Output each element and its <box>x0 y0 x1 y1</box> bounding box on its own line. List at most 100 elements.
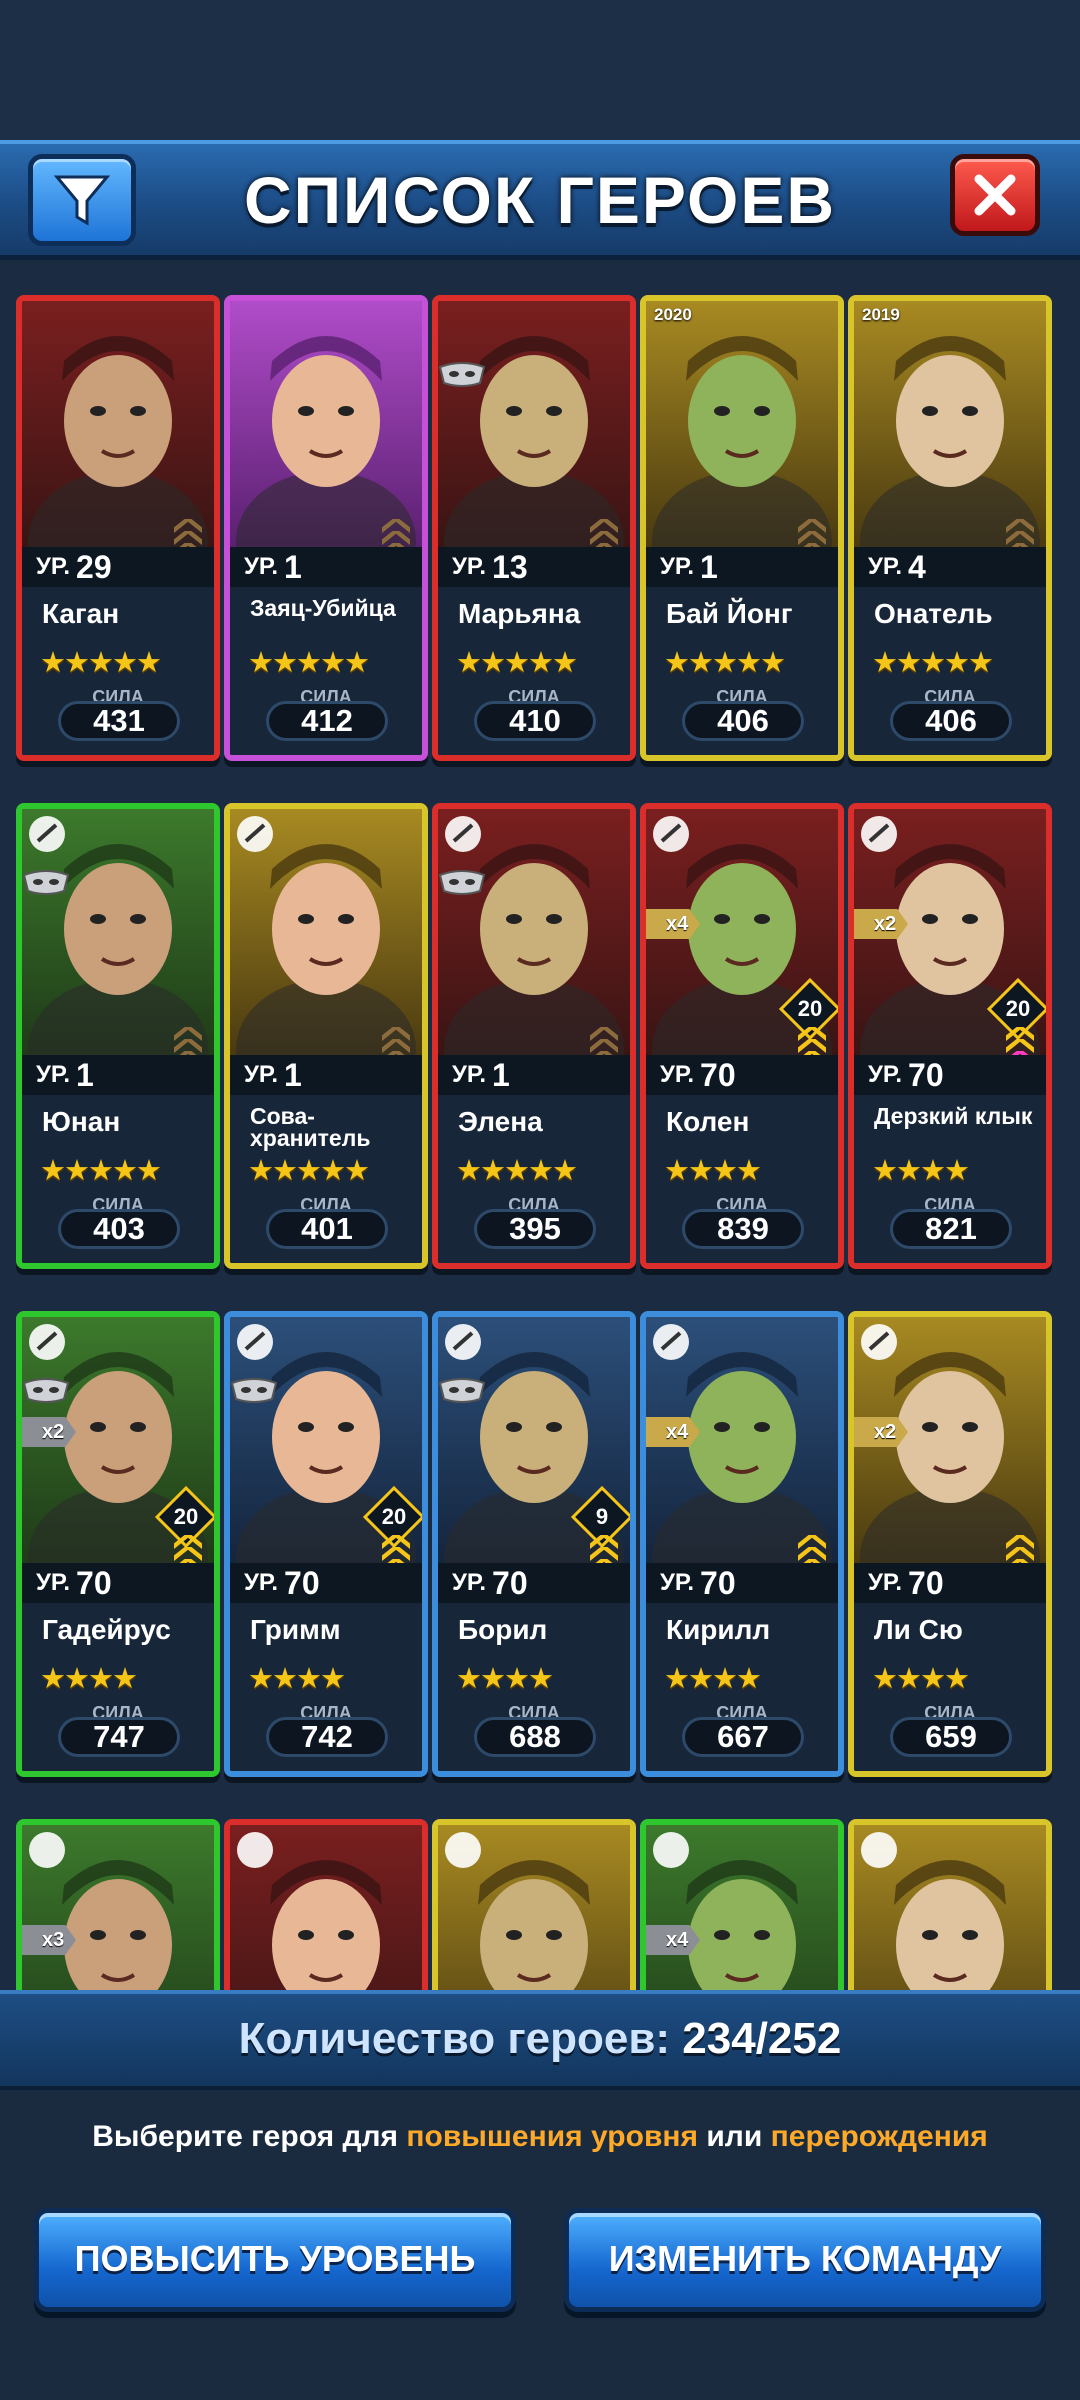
hero-card[interactable]: x2 20 УР. 70 Дерзкий клык ★★★★ СИЛА 821 <box>848 803 1052 1269</box>
hero-level: 1 <box>284 1056 302 1093</box>
mask-icon <box>22 1378 70 1403</box>
hero-card[interactable]: x4 20 УР. 70 Колен ★★★★ СИЛА 839 <box>640 803 844 1269</box>
hero-stars: ★★★★★ <box>872 647 994 679</box>
multiplier-badge: x4 <box>646 909 700 939</box>
hero-info: Бай Йонг ★★★★★ СИЛА 406 <box>646 587 838 755</box>
hero-card[interactable]: 2019 УР. 4 Онатель ★★★★★ СИЛА 406 <box>848 295 1052 761</box>
hero-card[interactable]: x2 20 УР. 70 Гадейрус ★★★★ СИЛА 747 <box>16 1311 220 1777</box>
hero-card[interactable]: x4 УР. 70 Кирилл ★★★★ СИЛА 667 <box>640 1311 844 1777</box>
hero-power: 667 <box>682 1717 804 1757</box>
class-icon <box>29 816 65 852</box>
hero-power: 410 <box>474 701 596 741</box>
hero-name: Бай Йонг <box>666 598 793 629</box>
hint-mid: или <box>698 2120 771 2153</box>
hero-name: Заяц-Убийца <box>250 595 396 621</box>
level-bar: УР. 70 <box>646 1563 838 1603</box>
hero-level: 1 <box>76 1056 94 1093</box>
hero-portrait <box>646 301 838 547</box>
hero-power: 742 <box>266 1717 388 1757</box>
multiplier-badge: x3 <box>22 1925 76 1955</box>
hero-stars: ★★★★ <box>456 1663 554 1695</box>
level-prefix: УР. <box>36 1569 71 1596</box>
level-bar: УР. 70 <box>22 1563 214 1603</box>
hero-power: 403 <box>58 1209 180 1249</box>
hero-level: 70 <box>908 1056 944 1093</box>
hero-info: Каган ★★★★★ СИЛА 431 <box>22 587 214 755</box>
class-icon <box>653 1324 689 1360</box>
change-team-button[interactable]: ИЗМЕНИТЬ КОМАНДУ <box>564 2208 1046 2312</box>
hero-stars: ★★★★★ <box>40 1155 162 1187</box>
hero-power: 659 <box>890 1717 1012 1757</box>
hero-card[interactable]: x2 УР. 70 Ли Сю ★★★★ СИЛА 659 <box>848 1311 1052 1777</box>
hero-power: 821 <box>890 1209 1012 1249</box>
hero-card[interactable]: УР. 1 Заяц-Убийца ★★★★★ СИЛА 412 <box>224 295 428 761</box>
class-icon <box>861 816 897 852</box>
mask-icon <box>438 362 486 387</box>
rank-value: 20 <box>1005 996 1031 1021</box>
level-prefix: УР. <box>244 1061 279 1088</box>
hero-stars: ★★★★ <box>872 1155 970 1187</box>
rank-value: 20 <box>797 996 823 1021</box>
level-prefix: УР. <box>36 1061 71 1088</box>
hero-card[interactable]: УР. 29 Каган ★★★★★ СИЛА 431 <box>16 295 220 761</box>
rank-value: 9 <box>595 1504 609 1529</box>
hero-count-label: Количество героев: <box>238 2014 671 2063</box>
hero-portrait <box>230 301 422 547</box>
hero-name: Элена <box>458 1106 543 1137</box>
hero-stars: ★★★★ <box>872 1663 970 1695</box>
class-icon <box>237 1324 273 1360</box>
hero-card[interactable]: УР. 13 Марьяна ★★★★★ СИЛА 410 <box>432 295 636 761</box>
hero-portrait <box>438 301 630 547</box>
level-bar: УР. 1 <box>438 1055 630 1095</box>
hero-card[interactable]: УР. 1 Юнан ★★★★★ СИЛА 403 <box>16 803 220 1269</box>
hero-level: 70 <box>908 1564 944 1601</box>
level-prefix: УР. <box>868 1061 903 1088</box>
hero-stars: ★★★★★ <box>456 1155 578 1187</box>
hero-count-bar: Количество героев: 234/252 <box>0 1990 1080 2090</box>
class-icon <box>445 816 481 852</box>
hero-name: Юнан <box>42 1106 121 1137</box>
class-icon <box>445 1832 481 1868</box>
hero-card[interactable]: 20 УР. 70 Гримм ★★★★ СИЛА 742 <box>224 1311 428 1777</box>
hint-prefix: Выберите героя для <box>92 2120 407 2153</box>
hero-name: Колен <box>666 1106 750 1137</box>
hero-name: Сова-хранитель <box>250 1103 371 1151</box>
hero-info: Ли Сю ★★★★ СИЛА 659 <box>854 1603 1046 1771</box>
hero-portrait <box>22 301 214 547</box>
hero-stars: ★★★★ <box>248 1663 346 1695</box>
hero-level: 13 <box>492 548 528 585</box>
level-prefix: УР. <box>868 1569 903 1596</box>
multiplier-badge: x2 <box>854 909 908 939</box>
hero-card-partial[interactable] <box>848 1819 1052 1990</box>
hero-card-partial[interactable] <box>224 1819 428 1990</box>
hero-info: Гадейрус ★★★★ СИЛА 747 <box>22 1603 214 1771</box>
page-title: СПИСОК ГЕРОЕВ <box>243 163 837 237</box>
hero-info: Дерзкий клык ★★★★ СИЛА 821 <box>854 1095 1046 1263</box>
level-up-button[interactable]: ПОВЫСИТЬ УРОВЕНЬ <box>34 2208 516 2312</box>
hero-card[interactable]: 9 УР. 70 Борил ★★★★ СИЛА 688 <box>432 1311 636 1777</box>
level-prefix: УР. <box>452 1061 487 1088</box>
level-prefix: УР. <box>660 1061 695 1088</box>
class-icon <box>653 816 689 852</box>
rank-value: 20 <box>173 1504 199 1529</box>
hero-card[interactable]: 2020 УР. 1 Бай Йонг ★★★★★ СИЛА 406 <box>640 295 844 761</box>
close-button[interactable] <box>950 154 1040 236</box>
hero-card-partial[interactable]: x3 <box>16 1819 220 1990</box>
hero-info: Онатель ★★★★★ СИЛА 406 <box>854 587 1046 755</box>
level-bar: УР. 70 <box>230 1563 422 1603</box>
level-prefix: УР. <box>452 1569 487 1596</box>
hero-power: 747 <box>58 1717 180 1757</box>
level-bar: УР. 1 <box>22 1055 214 1095</box>
hero-card-partial[interactable]: x4 <box>640 1819 844 1990</box>
hint-rebirth: перерождения <box>770 2120 988 2153</box>
hero-power: 395 <box>474 1209 596 1249</box>
hero-info: Юнан ★★★★★ СИЛА 403 <box>22 1095 214 1263</box>
class-icon <box>861 1832 897 1868</box>
multiplier-badge: x4 <box>646 1925 700 1955</box>
hero-card[interactable]: УР. 1 Элена ★★★★★ СИЛА 395 <box>432 803 636 1269</box>
close-icon <box>974 174 1016 216</box>
hero-power: 401 <box>266 1209 388 1249</box>
hero-card[interactable]: УР. 1 Сова-хранитель ★★★★★ СИЛА 401 <box>224 803 428 1269</box>
class-icon <box>237 816 273 852</box>
hero-card-partial[interactable] <box>432 1819 636 1990</box>
